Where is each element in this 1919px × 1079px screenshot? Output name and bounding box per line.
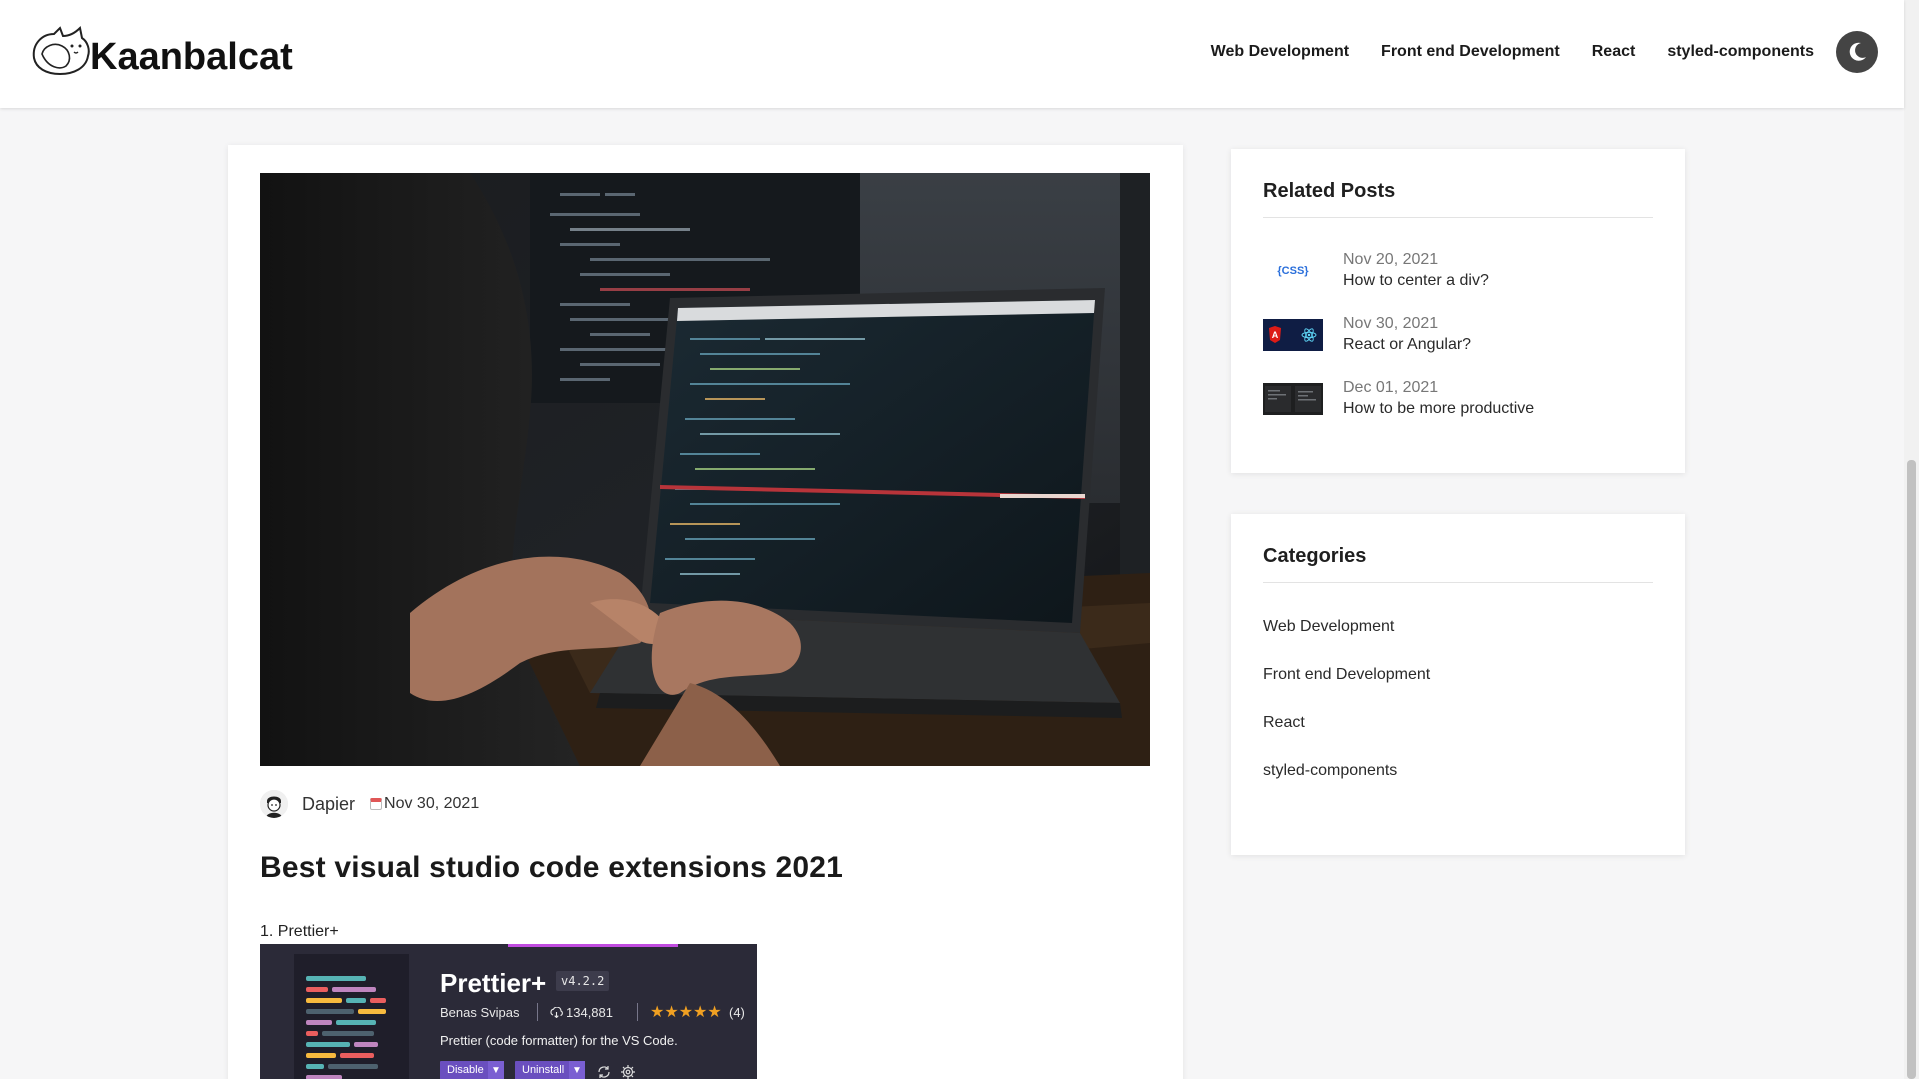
related-post-title[interactable]: React or Angular? [1343, 334, 1471, 356]
list-item-label: 1. Prettier+ [260, 923, 339, 940]
post-title: Best visual studio code extensions 2021 [260, 851, 844, 884]
extension-uninstall-button: Uninstall ▼ [515, 1061, 585, 1079]
categories-card: Categories Web Development Front end Dev… [1231, 514, 1685, 855]
author-avatar [260, 790, 288, 818]
brand-name: Kaanbalcat [90, 36, 293, 78]
cat-logo-icon [32, 25, 90, 76]
category-link-front-end-development[interactable]: Front end Development [1263, 666, 1430, 684]
nav-link-web-development[interactable]: Web Development [1211, 42, 1349, 62]
nav-link-styled-components[interactable]: styled-components [1667, 42, 1814, 62]
gear-icon [621, 1065, 635, 1079]
post-date: Nov 30, 2021 [384, 795, 480, 812]
react-angular-thumbnail: A [1263, 319, 1323, 351]
scrollbar-thumb[interactable] [1907, 460, 1916, 1079]
site-logo[interactable]: Kaanbalcat [30, 24, 293, 78]
theme-toggle-button[interactable] [1836, 31, 1878, 73]
angular-react-icons: A [1263, 319, 1323, 351]
disable-label: Disable [447, 1064, 484, 1076]
site-header: Kaanbalcat Web Development Front end Dev… [0, 0, 1904, 108]
css-thumbnail: {CSS} [1263, 255, 1323, 287]
extension-downloads: 134,881 [550, 1005, 613, 1020]
related-post-item[interactable]: {CSS} Nov 20, 2021 How to center a div? [1263, 250, 1489, 292]
extension-rating-count: (4) [729, 1005, 745, 1020]
code-screens-image [1263, 383, 1323, 415]
divider [1263, 217, 1653, 218]
productivity-thumbnail [1263, 383, 1323, 415]
related-post-date: Nov 30, 2021 [1343, 315, 1439, 332]
related-post-item[interactable]: A Nov 30, 2021 React or Angular? [1263, 314, 1471, 356]
extension-screenshot: Prettier+ v4.2.2 Benas Svipas 134,881 ★★… [260, 944, 757, 1079]
related-posts-heading: Related Posts [1263, 180, 1396, 202]
prettier-logo-icon [294, 954, 409, 1079]
uninstall-label: Uninstall [522, 1064, 565, 1076]
chevron-down-icon: ▼ [569, 1061, 585, 1079]
category-link-web-development[interactable]: Web Development [1263, 618, 1394, 636]
extension-download-count: 134,881 [566, 1005, 613, 1020]
extension-description: Prettier (code formatter) for the VS Cod… [440, 1033, 678, 1048]
extension-accent-line [508, 944, 678, 947]
extension-disable-button: Disable ▼ [440, 1061, 504, 1079]
moon-icon [1849, 42, 1866, 61]
extension-separator [537, 1003, 538, 1021]
related-post-date: Dec 01, 2021 [1343, 379, 1439, 396]
laptop-coding-photo [260, 173, 1150, 766]
author-name[interactable]: Dapier [302, 794, 355, 815]
categories-heading: Categories [1263, 545, 1367, 567]
sync-icon [598, 1066, 610, 1078]
related-post-date: Nov 20, 2021 [1343, 251, 1439, 268]
related-post-title[interactable]: How to be more productive [1343, 398, 1534, 420]
related-posts-card: Related Posts {CSS} Nov 20, 2021 How to … [1231, 149, 1685, 473]
extension-publisher: Benas Svipas [440, 1005, 520, 1020]
extension-star-rating: ★★★★★ [650, 1004, 722, 1021]
main-nav: Web Development Front end Development Re… [1211, 42, 1814, 62]
related-post-title[interactable]: How to center a div? [1343, 270, 1489, 292]
angular-letter: A [1272, 330, 1279, 340]
divider [1263, 582, 1653, 583]
person-icon [260, 790, 288, 818]
cloud-download-icon [550, 1006, 563, 1019]
calendar-icon [370, 798, 383, 810]
nav-link-front-end-development[interactable]: Front end Development [1381, 42, 1560, 62]
page-scrollbar[interactable] [1904, 0, 1919, 1079]
post-card: Dapier Nov 30, 2021 Best visual studio c… [228, 145, 1183, 1079]
chevron-down-icon: ▼ [488, 1061, 504, 1079]
related-post-item[interactable]: Dec 01, 2021 How to be more productive [1263, 378, 1534, 420]
extension-name: Prettier+ [440, 968, 547, 998]
category-link-styled-components[interactable]: styled-components [1263, 762, 1397, 780]
post-hero-image [260, 173, 1150, 766]
post-meta: Dapier Nov 30, 2021 [260, 790, 479, 818]
extension-separator [637, 1003, 638, 1021]
category-link-react[interactable]: React [1263, 714, 1305, 732]
nav-link-react[interactable]: React [1592, 42, 1636, 62]
css-thumbnail-label: {CSS} [1277, 265, 1309, 277]
extension-version-badge: v4.2.2 [556, 971, 610, 991]
